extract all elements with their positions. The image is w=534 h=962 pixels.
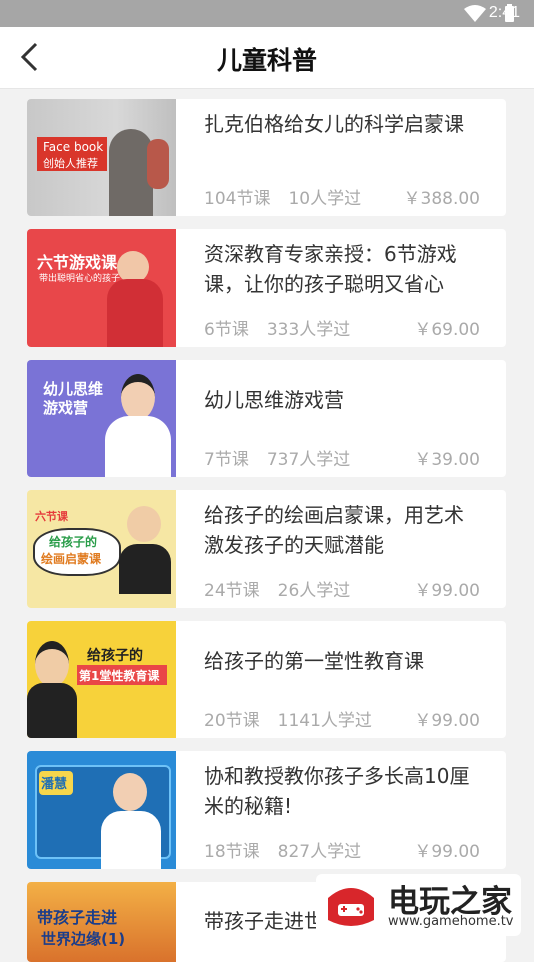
page-title: 儿童科普 — [216, 46, 317, 75]
thumb-text: 带孩子走进 — [37, 908, 118, 927]
lesson-count: 7节课 — [204, 450, 249, 470]
lesson-count: 20节课 — [204, 711, 260, 731]
course-card[interactable]: Face book 创始人推荐 扎克伯格给女儿的科学启蒙课 104节课 10人学过… — [27, 99, 506, 216]
learner-count: 26人学过 — [277, 581, 351, 601]
course-card[interactable]: 幼儿思维 游戏营 幼儿思维游戏营 7节课 737人学过 ￥39.00 — [27, 360, 506, 477]
thumb-text: 六节游戏课 — [37, 253, 118, 272]
course-price: ￥388.00 — [403, 189, 480, 209]
learner-count: 333人学过 — [266, 320, 351, 340]
learner-count: 1141人学过 — [277, 711, 372, 731]
lesson-count: 6节课 — [204, 320, 249, 340]
course-title: 幼儿思维游戏营 — [204, 388, 344, 412]
course-card[interactable]: 六节课 给孩子的 绘画启蒙课 给孩子的绘画启蒙课，用艺术激发孩子的天赋潜能 24… — [27, 490, 506, 608]
thumb-text: 创始人推荐 — [43, 157, 98, 170]
status-bar: 2:41 — [0, 0, 534, 27]
watermark-url: www.gamehome.tv — [388, 914, 514, 929]
thumb-text: 给孩子的 — [49, 535, 98, 549]
course-card[interactable]: 六节游戏课 带出聪明省心的孩子 资深教育专家亲授：6节游戏课，让你的孩子聪明又省… — [27, 229, 506, 347]
course-thumbnail: Face book 创始人推荐 — [27, 99, 176, 216]
thumb-text: 给孩子的 — [87, 648, 143, 664]
thumb-text: 潘慧 — [41, 777, 68, 792]
course-title: 给孩子的第一堂性教育课 — [204, 649, 424, 673]
thumb-text: Face book — [43, 140, 104, 154]
lesson-count: 24节课 — [204, 581, 260, 601]
course-title: 协和教授教你孩子多长高10厘米的秘籍! — [204, 764, 470, 818]
course-thumbnail: 潘慧 — [27, 751, 176, 869]
course-thumbnail: 六节课 给孩子的 绘画启蒙课 — [27, 490, 176, 608]
lesson-count: 104节课 — [204, 189, 271, 209]
thumb-text: 第1堂性教育课 — [79, 669, 160, 683]
course-thumbnail: 给孩子的 第1堂性教育课 — [27, 621, 176, 738]
thumb-text: 游戏营 — [43, 399, 89, 417]
thumb-text: 世界边缘(1) — [41, 930, 126, 948]
thumb-text: 绘画启蒙课 — [41, 552, 102, 566]
thumb-text: 六节课 — [35, 510, 68, 523]
app-header: 儿童科普 — [0, 27, 534, 89]
course-thumbnail: 六节游戏课 带出聪明省心的孩子 — [27, 229, 176, 347]
thumb-text: 幼儿思维 — [43, 380, 104, 398]
course-card[interactable]: 潘慧 协和教授教你孩子多长高10厘米的秘籍! 18节课 827人学过 ￥99.00 — [27, 751, 506, 869]
course-thumbnail: 带孩子走进 世界边缘(1) — [27, 882, 176, 962]
gamepad-icon — [328, 888, 374, 926]
learner-count: 10人学过 — [288, 189, 362, 209]
course-price: ￥99.00 — [414, 711, 480, 731]
course-title: 资深教育专家亲授：6节游戏课，让你的孩子聪明又省心 — [204, 242, 457, 296]
status-time: 2:41 — [488, 4, 520, 21]
watermark-logo: 电玩之家 www.gamehome.tv — [316, 874, 521, 936]
lesson-count: 18节课 — [204, 842, 260, 862]
course-thumbnail: 幼儿思维 游戏营 — [27, 360, 176, 477]
course-price: ￥99.00 — [414, 842, 480, 862]
learner-count: 827人学过 — [277, 842, 362, 862]
learner-count: 737人学过 — [266, 450, 351, 470]
course-price: ￥39.00 — [414, 450, 480, 470]
thumb-text: 带出聪明省心的孩子 — [39, 274, 121, 284]
course-title: 扎克伯格给女儿的科学启蒙课 — [204, 112, 464, 136]
course-card[interactable]: 给孩子的 第1堂性教育课 给孩子的第一堂性教育课 20节课 1141人学过 ￥99… — [27, 621, 506, 738]
course-price: ￥69.00 — [414, 320, 480, 340]
course-title: 给孩子的绘画启蒙课，用艺术激发孩子的天赋潜能 — [204, 503, 464, 557]
wifi-icon — [464, 5, 486, 22]
course-price: ￥99.00 — [414, 581, 480, 601]
